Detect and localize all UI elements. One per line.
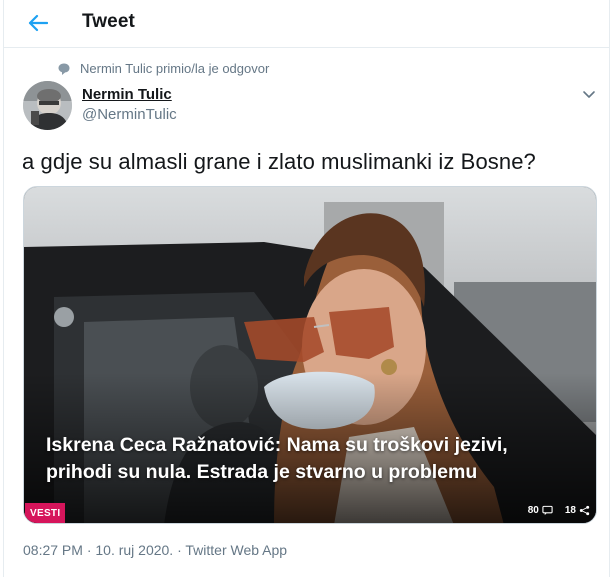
card-headline-line1: Iskrena Ceca Ražnatović: Nama su troškov…: [46, 434, 508, 456]
tweet-timestamp[interactable]: 08:27 PM · 10. ruj 2020. · Twitter Web A…: [23, 542, 287, 558]
category-badge: VESTI: [25, 503, 66, 523]
page-title: Tweet: [82, 11, 135, 32]
tweet-page: Tweet Nermin Tulic primio/la je odgovor …: [3, 0, 610, 577]
tweet-text: a gdje su almasli grane i zlato musliman…: [22, 149, 536, 174]
author-handle[interactable]: @NerminTulic: [82, 106, 177, 123]
card-headline-line2: prihodi su nula. Estrada je stvarno u pr…: [46, 461, 478, 483]
chevron-down-icon[interactable]: [581, 86, 597, 102]
avatar[interactable]: [23, 81, 72, 130]
avatar-image: [23, 81, 72, 130]
page-header: Tweet: [4, 0, 609, 48]
shares-count: 18: [564, 505, 576, 516]
back-arrow-icon: [28, 14, 48, 32]
reply-bubble-icon: [58, 63, 70, 75]
link-card[interactable]: Iskrena Ceca Ražnatović: Nama su troškov…: [23, 186, 597, 524]
card-headline: Iskrena Ceca Ražnatović: Nama su troškov…: [46, 432, 586, 486]
back-button[interactable]: [23, 10, 53, 36]
share-icon: [579, 505, 590, 516]
comment-icon: [542, 505, 553, 516]
comments-count: 80: [527, 505, 539, 516]
card-stats: 80 18: [528, 505, 590, 516]
reply-note-text: Nermin Tulic primio/la je odgovor: [80, 61, 270, 76]
reply-context: Nermin Tulic primio/la je odgovor: [58, 61, 270, 76]
author-name[interactable]: Nermin Tulic: [82, 86, 172, 103]
